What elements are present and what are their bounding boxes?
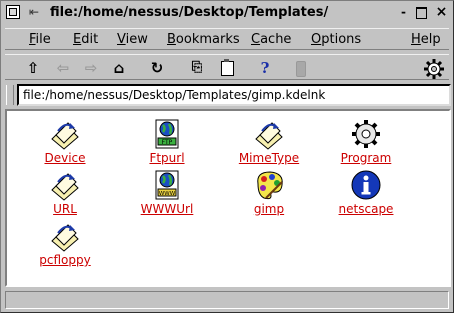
reload-icon: ↻	[150, 59, 164, 77]
window-menu-icon[interactable]	[6, 5, 20, 19]
menu-options-rest: ptions	[321, 32, 362, 47]
location-grip[interactable]	[6, 85, 14, 105]
file-item-ftpurl[interactable]: FTP Ftpurl	[131, 117, 203, 165]
menu-help-rest: elp	[420, 32, 441, 47]
file-label: Device	[44, 151, 86, 165]
file-label: URL	[53, 202, 77, 216]
reload-button[interactable]: ↻	[147, 58, 167, 78]
close-button[interactable]: ×	[434, 5, 449, 20]
help-icon: ?	[260, 59, 270, 77]
location-input[interactable]	[19, 86, 447, 104]
menu-help[interactable]: Help	[411, 32, 441, 47]
menu-view-accel: V	[117, 32, 126, 47]
file-item-program[interactable]: Program	[330, 117, 402, 165]
copy-icon: ⎘	[191, 60, 203, 75]
menu-cache-rest: ache	[260, 32, 292, 47]
forward-arrow-icon: ⇨	[84, 59, 98, 77]
menu-bookmarks-rest: ookmarks	[175, 32, 240, 47]
up-button[interactable]: ⇧	[23, 58, 43, 78]
title-bar[interactable]: ⇤ file:/home/nessus/Desktop/Templates/ -…	[2, 2, 452, 24]
file-label: Program	[340, 151, 392, 165]
www-globe-icon: WWW	[155, 170, 179, 200]
svg-text:FTP: FTP	[162, 139, 173, 146]
file-label: pcfloppy	[39, 253, 91, 267]
file-item-device[interactable]: Device	[29, 117, 101, 165]
file-item-url[interactable]: URL	[29, 168, 101, 216]
minimize-button[interactable]: -	[396, 5, 411, 20]
paste-icon	[220, 59, 234, 76]
kdelnk-doc-icon	[51, 122, 79, 150]
gimp-palette-icon	[257, 171, 283, 200]
up-arrow-icon: ⇧	[26, 59, 40, 77]
home-icon: ⌂	[113, 59, 125, 77]
menu-view-rest: iew	[125, 32, 148, 47]
help-button[interactable]: ?	[255, 58, 275, 78]
menu-edit[interactable]: Edit	[73, 32, 98, 47]
paste-button[interactable]	[217, 58, 237, 78]
maximize-button[interactable]	[414, 5, 429, 20]
menu-options-accel: O	[311, 32, 322, 47]
file-item-netscape[interactable]: netscape	[330, 168, 402, 216]
back-arrow-icon: ⇦	[56, 59, 70, 77]
menu-help-accel: H	[411, 32, 421, 47]
file-item-wwwurl[interactable]: WWW WWWUrl	[131, 168, 203, 216]
file-label: gimp	[253, 202, 285, 216]
home-button[interactable]: ⌂	[109, 58, 129, 78]
file-label: Ftpurl	[149, 151, 185, 165]
ftp-globe-icon: FTP	[155, 119, 179, 149]
file-label: WWWUrl	[140, 202, 194, 216]
menu-edit-accel: E	[73, 32, 82, 47]
sticky-pin-icon[interactable]: ⇤	[26, 4, 42, 20]
forward-button[interactable]: ⇨	[81, 58, 101, 78]
menu-options[interactable]: Options	[311, 32, 361, 47]
status-bar	[5, 291, 449, 309]
file-item-pcfloppy[interactable]: pcfloppy	[29, 219, 101, 267]
back-button[interactable]: ⇦	[53, 58, 73, 78]
stop-icon	[296, 60, 306, 77]
kdelnk-doc-icon	[255, 122, 283, 150]
kdelnk-doc-icon	[51, 173, 79, 201]
menu-bookmarks-accel: B	[167, 32, 176, 47]
gear-icon	[352, 120, 380, 148]
menu-bar: File Edit View Bookmarks Cache Options H…	[5, 28, 449, 50]
menu-edit-rest: dit	[81, 32, 99, 47]
stop-button[interactable]	[291, 58, 311, 78]
file-label: netscape	[338, 202, 394, 216]
throbber-gear-icon	[423, 58, 444, 79]
file-label: MimeType	[238, 151, 300, 165]
maximize-icon	[416, 6, 427, 19]
kdelnk-doc-icon	[51, 224, 79, 252]
menu-file-rest: ile	[35, 32, 51, 47]
menu-file[interactable]: File	[29, 32, 51, 47]
file-item-mimetype[interactable]: MimeType	[233, 117, 305, 165]
menu-cache-accel: C	[251, 32, 261, 47]
location-bar	[17, 84, 451, 106]
file-item-gimp[interactable]: gimp	[233, 168, 305, 216]
info-icon	[351, 170, 381, 200]
konqueror-window: ⇤ file:/home/nessus/Desktop/Templates/ -…	[0, 0, 454, 313]
svg-text:WWW: WWW	[159, 191, 176, 197]
toolbar: ⇧ ⇦ ⇨ ⌂ ↻ ⎘ ?	[5, 54, 449, 80]
file-view[interactable]: Device FTP Ftpurl MimeType Program URL W…	[5, 109, 451, 287]
window-title: file:/home/nessus/Desktop/Templates/	[50, 5, 329, 20]
menu-view[interactable]: View	[117, 32, 148, 47]
copy-button[interactable]: ⎘	[187, 58, 207, 78]
menu-cache[interactable]: Cache	[251, 32, 291, 47]
menu-bookmarks[interactable]: Bookmarks	[167, 32, 240, 47]
